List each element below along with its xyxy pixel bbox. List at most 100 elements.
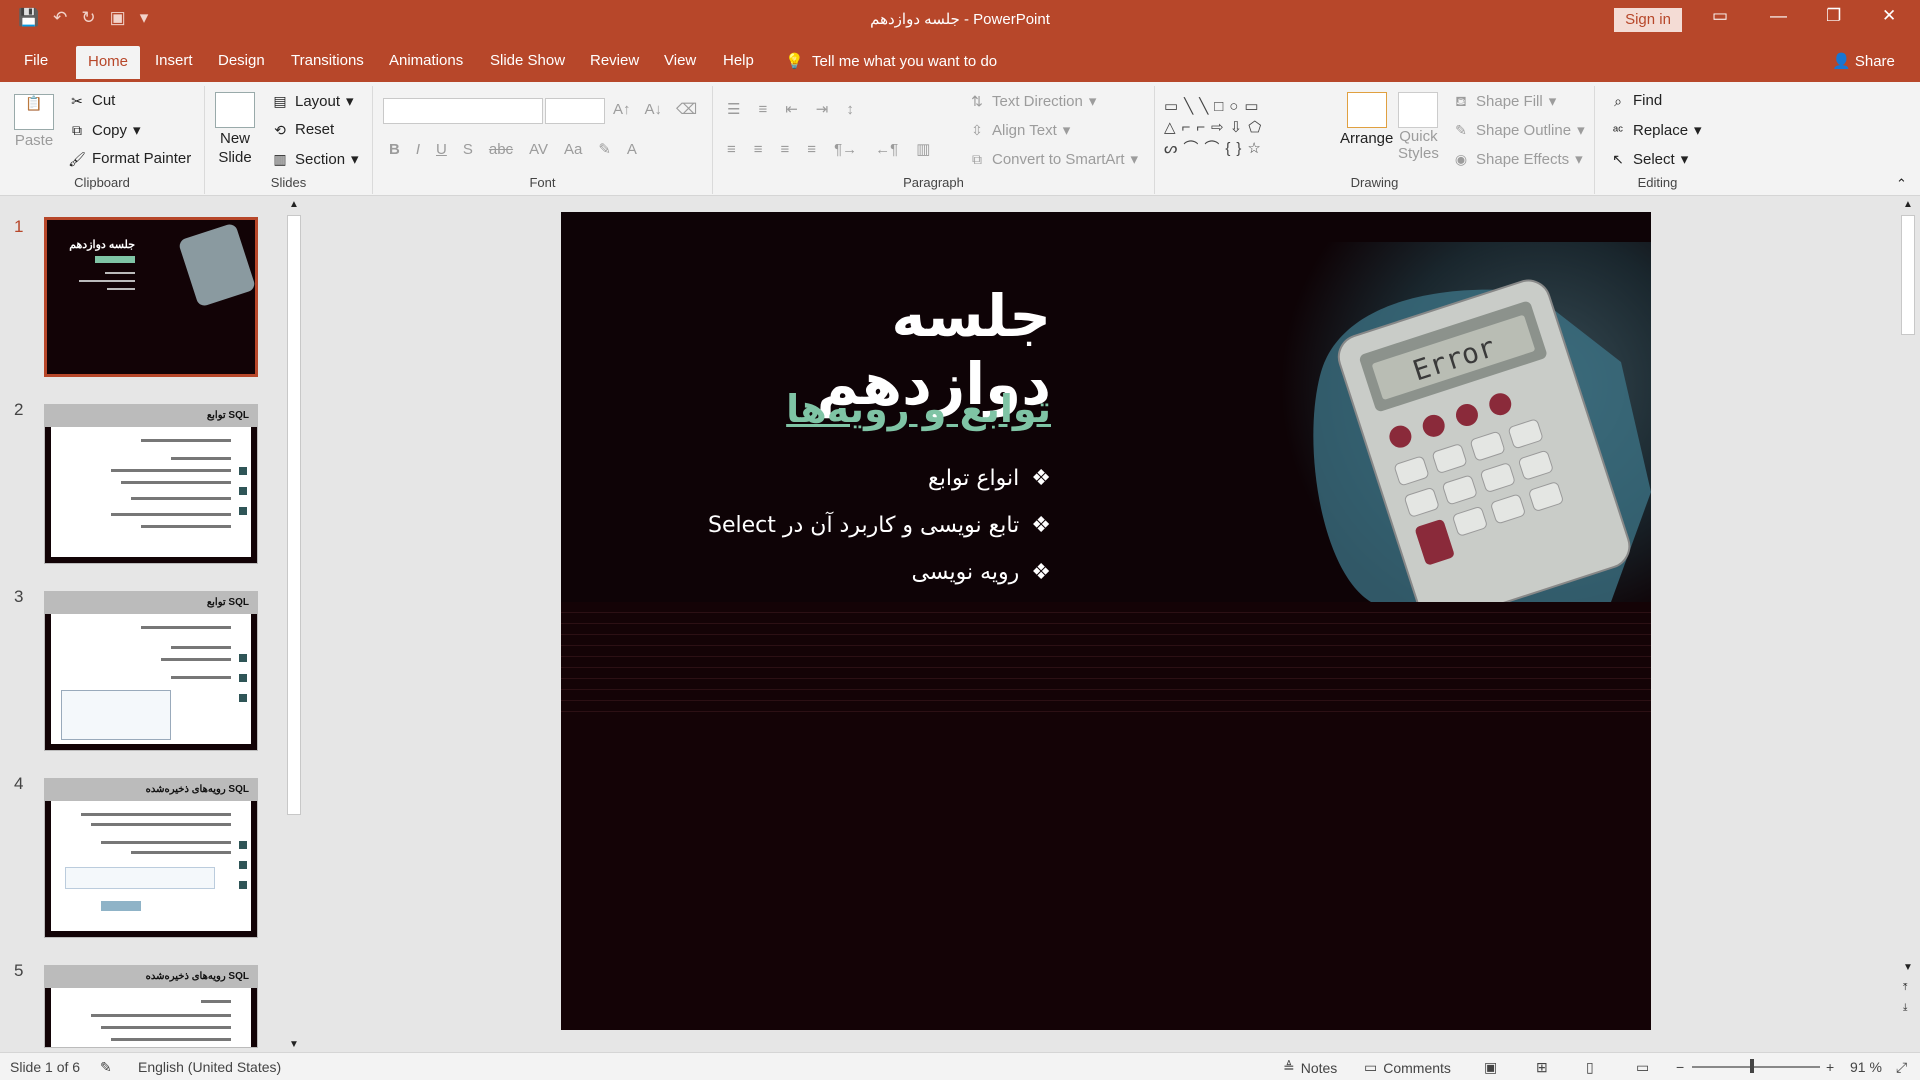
section-button[interactable]: ▥ Section ▾ <box>271 150 358 169</box>
close-icon[interactable]: ✕ <box>1882 6 1896 26</box>
slide-show-icon[interactable]: ▭ <box>1636 1059 1649 1076</box>
slide-bullet-list[interactable]: ❖ انواع توابع ❖ تابع نویسی و کاربرد آن در … <box>661 455 1051 596</box>
slide-thumbnail-4[interactable]: رویه‌های ذخیره‌شده SQL <box>44 778 258 938</box>
collapse-ribbon-icon[interactable]: ⌃ <box>1896 176 1907 192</box>
line-spacing-icon[interactable]: ↕ <box>846 101 854 118</box>
tab-transitions[interactable]: Transitions <box>291 52 364 69</box>
ribbon-display-options-icon[interactable]: ▭ <box>1712 6 1728 26</box>
copy-button[interactable]: ⧉ Copy ▾ <box>68 121 141 140</box>
shape-fill-button[interactable]: ⛾ Shape Fill ▾ <box>1452 92 1556 111</box>
normal-view-icon[interactable]: ▣ <box>1484 1059 1497 1076</box>
bold-icon[interactable]: B <box>389 141 400 158</box>
align-right-icon[interactable]: ≡ <box>781 141 790 158</box>
select-button[interactable]: ↖ Select ▾ <box>1609 150 1688 169</box>
thumbnails-scrollbar[interactable]: ▲ ▼ <box>286 197 302 1052</box>
slide-thumbnail-2[interactable]: توابع SQL <box>44 404 258 564</box>
thumbnail-line <box>141 626 231 629</box>
tab-review[interactable]: Review <box>590 52 639 69</box>
new-slide-button[interactable]: New Slide <box>215 92 255 166</box>
scroll-down-icon[interactable]: ▼ <box>1903 962 1913 973</box>
cut-button[interactable]: ✂ Cut <box>68 92 115 109</box>
font-family-select[interactable] <box>383 98 543 124</box>
zoom-in-icon[interactable]: + <box>1826 1059 1834 1075</box>
reset-button[interactable]: ⟲ Reset <box>271 121 334 138</box>
clear-formatting-icon[interactable]: ⌫ <box>676 100 697 118</box>
restore-icon[interactable]: ❐ <box>1826 6 1841 26</box>
slide-subtitle[interactable]: توابع و رویه‌ها <box>761 387 1051 431</box>
tab-view[interactable]: View <box>664 52 696 69</box>
tab-insert[interactable]: Insert <box>155 52 193 69</box>
tell-me-search[interactable]: 💡 Tell me what you want to do <box>785 52 997 70</box>
arrange-button[interactable]: Arrange <box>1340 92 1393 147</box>
format-painter-button[interactable]: 🖌 Format Painter <box>68 150 191 167</box>
ltr-icon[interactable]: ¶→ <box>834 141 857 158</box>
font-color-icon[interactable]: A <box>627 141 637 158</box>
quick-styles-button[interactable]: Quick Styles <box>1398 92 1439 162</box>
align-text-button[interactable]: ⇳ Align Text ▾ <box>968 121 1070 140</box>
tab-slide-show[interactable]: Slide Show <box>490 52 565 69</box>
find-button[interactable]: ⌕ Find <box>1609 92 1662 109</box>
font-size-select[interactable] <box>545 98 605 124</box>
character-spacing-icon[interactable]: AV <box>529 141 548 158</box>
zoom-slider-thumb[interactable] <box>1750 1059 1754 1073</box>
reading-view-icon[interactable]: ▯ <box>1586 1059 1594 1076</box>
increase-indent-icon[interactable]: ⇥ <box>816 100 829 118</box>
scroll-down-icon[interactable]: ▼ <box>289 1039 299 1050</box>
increase-font-icon[interactable]: A↑ <box>613 101 631 118</box>
convert-smartart-button[interactable]: ⧉ Convert to SmartArt ▾ <box>968 150 1138 169</box>
tab-file[interactable]: File <box>24 52 48 69</box>
comments-button[interactable]: ▭ Comments <box>1364 1059 1451 1076</box>
change-case-icon[interactable]: Aa <box>564 141 582 158</box>
minimize-icon[interactable]: — <box>1770 6 1787 26</box>
scroll-up-icon[interactable]: ▲ <box>1903 199 1913 210</box>
slide-1[interactable]: Error جلسه دوازدهم توابع و رویه‌ها <box>561 212 1651 1030</box>
text-direction-button[interactable]: ⇅ Text Direction ▾ <box>968 92 1096 111</box>
rtl-icon[interactable]: ←¶ <box>875 141 898 158</box>
cursor-icon: ↖ <box>1612 151 1624 167</box>
shapes-gallery[interactable]: ▭╲╲□○▭ △⌐⌐⇨⇩⬠ ᔕ⌒⌒{}☆ <box>1164 96 1322 160</box>
underline-icon[interactable]: U <box>436 141 447 158</box>
scroll-up-icon[interactable]: ▲ <box>289 199 299 210</box>
italic-icon[interactable]: I <box>416 141 420 158</box>
layout-button[interactable]: ▤ Layout ▾ <box>271 92 353 111</box>
strikethrough-icon[interactable]: abc <box>489 141 513 158</box>
spell-check-icon[interactable]: ✎ <box>100 1059 112 1076</box>
paste-button[interactable]: 📋 Paste <box>14 94 54 149</box>
fit-to-window-icon[interactable]: ⤢ <box>1896 1059 1907 1076</box>
slide-sorter-icon[interactable]: ⊞ <box>1536 1059 1548 1076</box>
slide-thumbnail-1[interactable]: جلسه دوازدهم <box>44 217 258 377</box>
shape-outline-button[interactable]: ✎ Shape Outline ▾ <box>1452 121 1584 140</box>
notes-button[interactable]: ≜ Notes <box>1283 1059 1337 1076</box>
align-left-icon[interactable]: ≡ <box>727 141 736 158</box>
tab-home[interactable]: Home <box>76 46 141 79</box>
decrease-indent-icon[interactable]: ⇤ <box>785 100 798 118</box>
shadow-icon[interactable]: S <box>463 141 473 158</box>
previous-slide-icon[interactable]: ⤒ <box>1903 982 1907 993</box>
language-indicator[interactable]: English (United States) <box>138 1059 281 1075</box>
tab-help[interactable]: Help <box>723 52 754 69</box>
bullets-icon[interactable]: ☰ <box>727 100 740 118</box>
next-slide-icon[interactable]: ⤓ <box>1903 1002 1907 1013</box>
highlight-icon[interactable]: ✎ <box>598 140 611 158</box>
sign-in-button[interactable]: Sign in <box>1614 8 1682 32</box>
zoom-out-icon[interactable]: − <box>1676 1059 1684 1075</box>
slide-scroll-thumb[interactable] <box>1901 215 1915 335</box>
tab-design[interactable]: Design <box>218 52 265 69</box>
tab-animations[interactable]: Animations <box>389 52 463 69</box>
share-button[interactable]: 👤 Share <box>1832 52 1895 70</box>
slide-thumbnail-3[interactable]: توابع SQL <box>44 591 258 751</box>
justify-icon[interactable]: ≡ <box>807 141 816 158</box>
zoom-slider-track[interactable] <box>1692 1066 1820 1068</box>
thumbnails-scroll-thumb[interactable] <box>287 215 301 815</box>
decrease-font-icon[interactable]: A↓ <box>645 101 663 118</box>
thumbnail-square <box>239 654 247 662</box>
replace-button[interactable]: ᵃᶜ Replace ▾ <box>1609 121 1702 140</box>
numbering-icon[interactable]: ≡ <box>758 101 767 118</box>
slide-scrollbar[interactable]: ▲ ▼ ⤒ ⤓ <box>1900 197 1916 1052</box>
slide-thumbnail-5[interactable]: رویه‌های ذخیره‌شده SQL <box>44 965 258 1048</box>
columns-icon[interactable]: ▥ <box>916 140 930 158</box>
align-center-icon[interactable]: ≡ <box>754 141 763 158</box>
thumbnail-body <box>51 427 251 557</box>
shape-effects-button[interactable]: ◉ Shape Effects ▾ <box>1452 150 1583 169</box>
zoom-level[interactable]: 91 % <box>1850 1059 1882 1075</box>
